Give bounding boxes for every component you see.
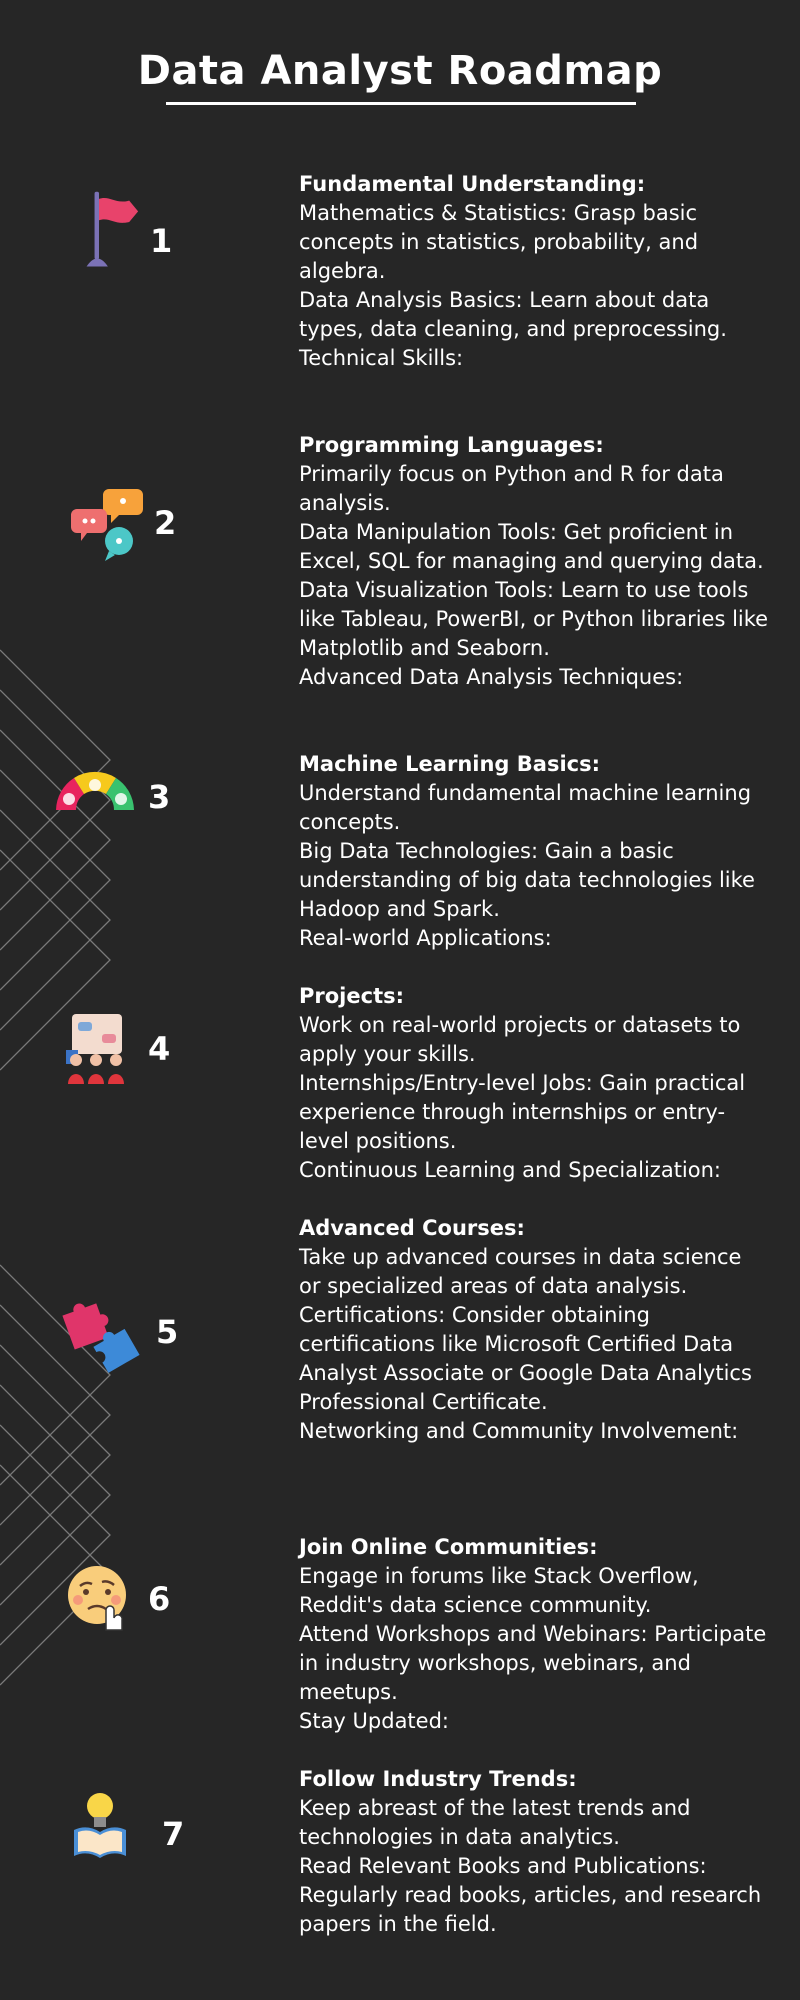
- step-number: 5: [156, 1313, 179, 1351]
- step-line: Real-world Applications:: [299, 926, 552, 950]
- step-line: Engage in forums like Stack Overflow, Re…: [299, 1564, 699, 1617]
- step-text: Follow Industry Trends: Keep abreast of …: [299, 1765, 769, 1939]
- step-line: Data Manipulation Tools: Get proficient …: [299, 520, 764, 573]
- step-text: Projects: Work on real-world projects or…: [299, 982, 769, 1185]
- mood-gauge-icon: [56, 771, 134, 810]
- step-number: 7: [162, 1815, 185, 1853]
- step-number: 1: [150, 222, 173, 260]
- step-heading: Projects:: [299, 984, 404, 1008]
- step-number: 3: [148, 778, 171, 816]
- step-line: Data Visualization Tools: Learn to use t…: [299, 578, 769, 660]
- step-number: 6: [148, 1580, 171, 1618]
- step-line: Keep abreast of the latest trends and te…: [299, 1796, 691, 1849]
- step-line: Data Analysis Basics: Learn about data t…: [299, 288, 727, 341]
- puzzle-pieces-icon: [62, 1303, 140, 1373]
- lightbulb-book-icon: [74, 1793, 126, 1858]
- step-number: 2: [154, 504, 177, 542]
- step-heading: Join Online Communities:: [299, 1535, 598, 1559]
- step-line: Primarily focus on Python and R for data…: [299, 462, 724, 515]
- step-text: Programming Languages: Primarily focus o…: [299, 431, 769, 692]
- step-heading: Fundamental Understanding:: [299, 172, 646, 196]
- step-text: Advanced Courses: Take up advanced cours…: [299, 1214, 769, 1446]
- step-line: Big Data Technologies: Gain a basic unde…: [299, 839, 755, 921]
- step-line: Technical Skills:: [299, 346, 464, 370]
- chat-bubbles-icon: [71, 489, 143, 561]
- step-text: Machine Learning Basics: Understand fund…: [299, 750, 769, 953]
- page-title: Data Analyst Roadmap: [137, 48, 663, 94]
- thinking-face-icon: [68, 1566, 126, 1631]
- step-line: Stay Updated:: [299, 1709, 449, 1733]
- step-line: Internships/Entry-level Jobs: Gain pract…: [299, 1071, 746, 1153]
- team-discussion-icon: [66, 1014, 124, 1084]
- flag-icon: [86, 191, 139, 267]
- step-line: Read Relevant Books and Publications: Re…: [299, 1854, 762, 1936]
- step-line: Advanced Data Analysis Techniques:: [299, 665, 684, 689]
- step-line: Continuous Learning and Specialization:: [299, 1158, 721, 1182]
- step-line: Certifications: Consider obtaining certi…: [299, 1303, 752, 1414]
- step-text: Fundamental Understanding: Mathematics &…: [299, 170, 769, 373]
- step-line: Attend Workshops and Webinars: Participa…: [299, 1622, 767, 1704]
- step-heading: Advanced Courses:: [299, 1216, 525, 1240]
- step-text: Join Online Communities: Engage in forum…: [299, 1533, 769, 1736]
- step-line: Networking and Community Involvement:: [299, 1419, 739, 1443]
- title-underline: [166, 102, 636, 105]
- step-number: 4: [148, 1030, 171, 1068]
- step-line: Mathematics & Statistics: Grasp basic co…: [299, 201, 699, 283]
- step-heading: Programming Languages:: [299, 433, 604, 457]
- step-heading: Machine Learning Basics:: [299, 752, 600, 776]
- step-line: Understand fundamental machine learning …: [299, 781, 752, 834]
- step-line: Take up advanced courses in data science…: [299, 1245, 742, 1298]
- step-line: Work on real-world projects or datasets …: [299, 1013, 741, 1066]
- step-heading: Follow Industry Trends:: [299, 1767, 577, 1791]
